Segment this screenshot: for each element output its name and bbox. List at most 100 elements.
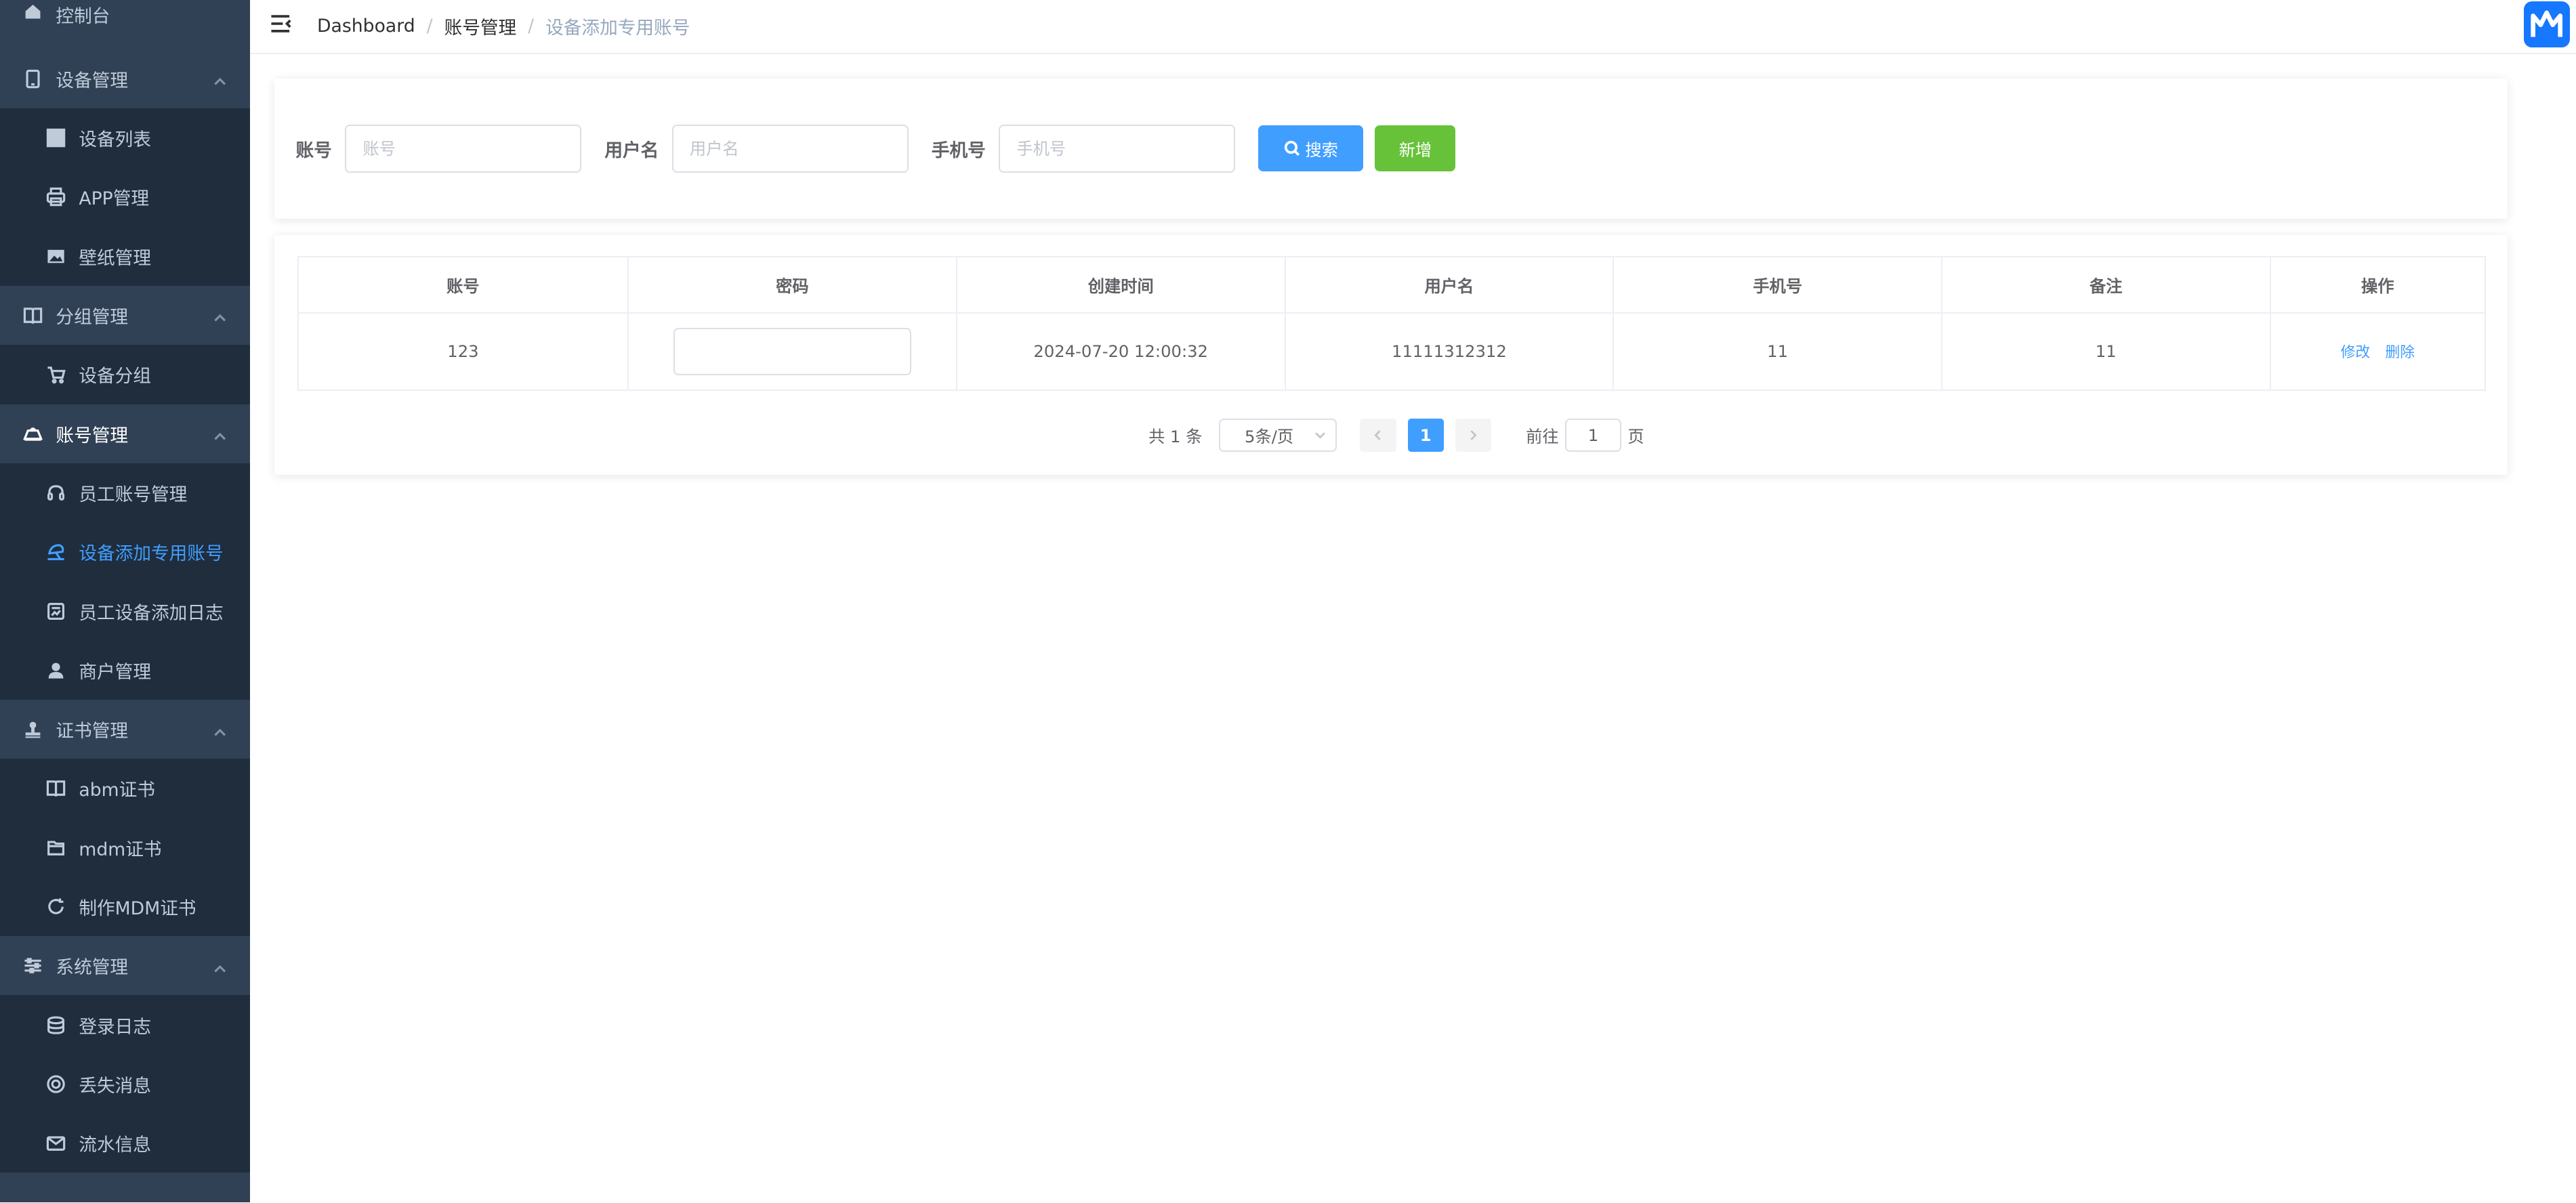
chevron-up-icon [213, 723, 226, 736]
sidebar-item-label: 控制台 [56, 6, 110, 28]
search-card: 账号 用户名 手机号 搜索 新增 [274, 79, 2508, 219]
cell-phone: 11 [1613, 312, 1943, 391]
sidebar-item-system-management[interactable]: 系统管理 [0, 936, 250, 996]
sidebar-item-label: mdm证书 [79, 839, 162, 860]
sidebar-item-employee-device-log[interactable]: 员工设备添加日志 [0, 581, 250, 641]
breadcrumb: Dashboard / 账号管理 / 设备添加专用账号 [317, 13, 690, 39]
sidebar-item-make-mdm-certificate[interactable]: 制作MDM证书 [0, 877, 250, 937]
breadcrumb-item-dashboard[interactable]: Dashboard [317, 16, 415, 37]
sidebar-item-device-list[interactable]: 设备列表 [0, 108, 250, 168]
breadcrumb-item-account-management[interactable]: 账号管理 [444, 13, 517, 39]
sidebar-item-label: 流水信息 [79, 1135, 151, 1156]
breadcrumb-separator: / [528, 16, 535, 37]
picture-icon [46, 247, 66, 266]
lifebuoy-icon [46, 1074, 66, 1094]
sidebar-item-label: 分组管理 [56, 307, 129, 329]
message-icon [46, 1133, 66, 1153]
edit-link[interactable]: 修改 [2341, 344, 2371, 361]
cart-icon [46, 364, 66, 384]
table-header-row: 账号 密码 创建时间 用户名 手机号 备注 操作 [297, 256, 2486, 314]
delete-link[interactable]: 删除 [2385, 344, 2415, 361]
sidebar-item-group-management[interactable]: 分组管理 [0, 285, 250, 345]
sidebar-item-certificate-management[interactable]: 证书管理 [0, 700, 250, 759]
column-header-password: 密码 [627, 256, 957, 314]
sidebar-item-mdm-certificate[interactable]: mdm证书 [0, 818, 250, 877]
sidebar-item-login-log[interactable]: 登录日志 [0, 995, 250, 1055]
sidebar-item-transaction-info[interactable]: 流水信息 [0, 1114, 250, 1173]
sidebar-item-device-group[interactable]: 设备分组 [0, 345, 250, 404]
cell-created: 2024-07-20 12:00:32 [955, 312, 1286, 391]
goto-page-input[interactable]: 1 [1565, 419, 1621, 452]
sidebar-item-label: 丢失消息 [79, 1075, 151, 1097]
username-input[interactable] [671, 125, 909, 173]
pagination: 共 1 条 5条/页 1 前往 1 页 [1148, 419, 1644, 452]
search-button[interactable]: 搜索 [1258, 125, 1364, 172]
chevron-up-icon [213, 959, 226, 973]
page-size-select[interactable]: 5条/页 [1218, 419, 1337, 452]
sidebar-item-label: APP管理 [79, 188, 150, 210]
sidebar-item-label: 壁纸管理 [79, 247, 151, 269]
account-input[interactable] [345, 125, 582, 173]
sidebar-item-label: 员工账号管理 [79, 484, 188, 505]
sidebar-item-label: 证书管理 [56, 721, 129, 742]
sidebar-item-account-management[interactable]: 账号管理 [0, 404, 250, 463]
sidebar-item-wallpaper-management[interactable]: 壁纸管理 [0, 226, 250, 286]
next-page-button[interactable] [1455, 419, 1492, 452]
sidebar-item-merchant-management[interactable]: 商户管理 [0, 640, 250, 700]
cell-password [627, 312, 957, 391]
breadcrumb-separator: / [426, 16, 433, 37]
username-label: 用户名 [604, 140, 659, 161]
column-header-created: 创建时间 [955, 256, 1286, 314]
column-header-actions: 操作 [2269, 256, 2486, 314]
sidebar-item-label: 账号管理 [56, 425, 129, 446]
breadcrumb-item-current: 设备添加专用账号 [545, 18, 690, 39]
chevron-down-icon [1314, 432, 1325, 439]
account-label: 账号 [295, 140, 332, 161]
sidebar-item-employee-accounts[interactable]: 员工账号管理 [0, 463, 250, 523]
add-button[interactable]: 新增 [1375, 125, 1456, 172]
top-header: Dashboard / 账号管理 / 设备添加专用账号 [249, 0, 2576, 55]
accounts-table: 账号 密码 创建时间 用户名 手机号 备注 操作 123 2024-07-20 … [297, 256, 2486, 391]
app-logo[interactable] [2523, 1, 2570, 48]
sidebar-item-device-add-account[interactable]: 设备添加专用账号 [0, 522, 250, 582]
column-header-account: 账号 [297, 256, 629, 314]
phone-input[interactable] [999, 125, 1236, 173]
search-form: 账号 用户名 手机号 搜索 新增 [295, 125, 1456, 173]
refresh-icon [46, 897, 66, 916]
password-field[interactable] [673, 327, 912, 375]
column-header-remark: 备注 [1940, 256, 2271, 314]
sidebar-item-label: abm证书 [79, 780, 155, 801]
chevron-left-icon [1374, 430, 1382, 440]
sidebar-item-abm-certificate[interactable]: abm证书 [0, 759, 250, 818]
prev-page-button[interactable] [1360, 419, 1396, 452]
sidebar-item-label: 制作MDM证书 [79, 898, 196, 920]
pagination-total: 共 1 条 [1148, 427, 1203, 447]
sidebar-item-app-management[interactable]: APP管理 [0, 167, 250, 227]
book-icon [46, 778, 66, 798]
goto-suffix: 页 [1627, 427, 1644, 447]
sliders-icon [23, 956, 43, 975]
printer-icon [46, 187, 66, 207]
headset-icon [46, 483, 66, 503]
sidebar-item-lost-message[interactable]: 丢失消息 [0, 1054, 250, 1114]
collapse-menu-icon[interactable] [270, 12, 293, 35]
chevron-up-icon [213, 72, 226, 85]
sidebar-item-device-management[interactable]: 设备管理 [0, 49, 250, 109]
sidebar-item-label: 设备分组 [79, 366, 151, 387]
logo-icon [2531, 10, 2563, 37]
column-header-phone: 手机号 [1613, 256, 1943, 314]
sidebar: 控制台 设备管理 设备列表 APP管理 壁纸管理 分组管理 设备分组 账号管理 … [0, 0, 250, 1203]
coin-icon [46, 1015, 66, 1035]
table-row: 123 2024-07-20 12:00:32 11111312312 11 1… [297, 312, 2486, 391]
sidebar-item-dashboard[interactable]: 控制台 [0, 0, 250, 28]
cell-actions: 修改 删除 [2269, 312, 2486, 391]
chevron-up-icon [213, 309, 226, 322]
tablet-icon [23, 69, 43, 89]
phone-label: 手机号 [931, 140, 986, 161]
sidebar-item-label: 登录日志 [79, 1016, 151, 1038]
page-number-current[interactable]: 1 [1407, 419, 1444, 452]
ice-cream-icon [46, 542, 66, 562]
column-header-username: 用户名 [1284, 256, 1615, 314]
cell-remark: 11 [1940, 312, 2271, 391]
stamp-icon [23, 719, 43, 739]
